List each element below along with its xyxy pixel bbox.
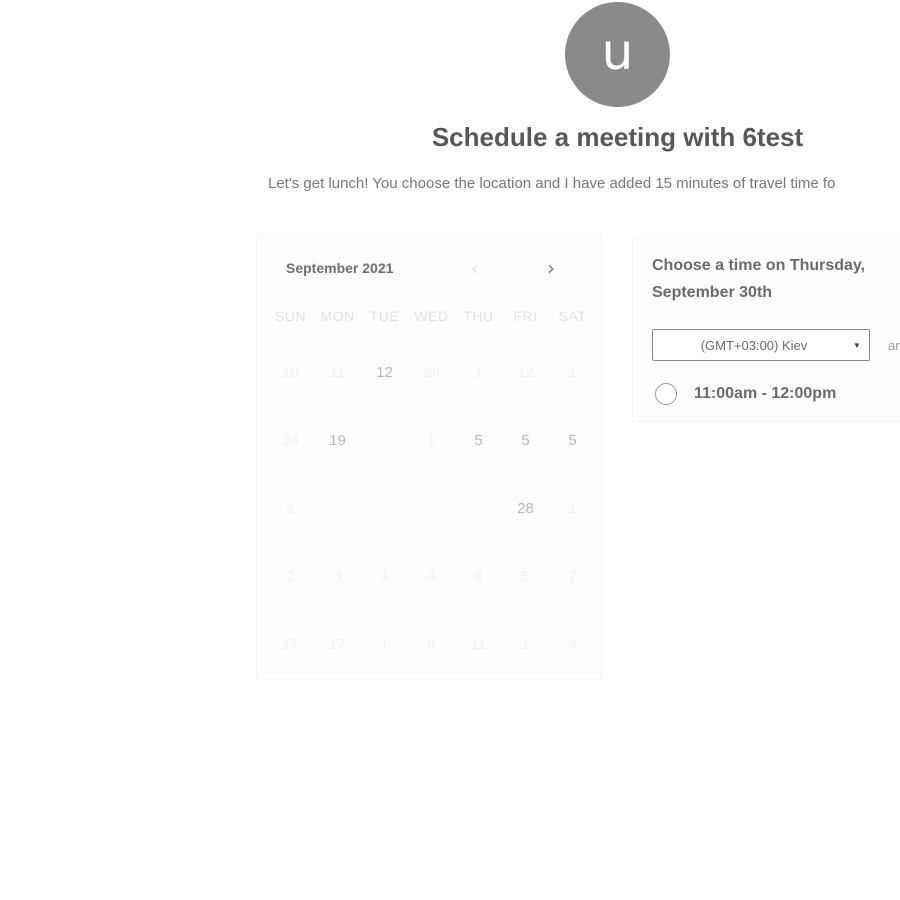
calendar-day: 9 — [427, 635, 436, 653]
timezone-value: (GMT+03:00) Kiev — [700, 337, 808, 353]
calendar-weekday-header: SUN MON TUE WED THU FRI SAT — [267, 308, 597, 324]
weekday-sat: SAT — [558, 308, 587, 324]
calendar-day: 10 — [282, 363, 299, 381]
calendar-day: 2 — [286, 567, 295, 585]
calendar-day[interactable]: 5 — [455, 432, 502, 449]
avatar-initial: u — [601, 22, 634, 81]
calendar-day: 12 — [517, 363, 534, 381]
calendar-week-row: 2 28 1 — [267, 474, 597, 542]
weekday-fri: FRI — [513, 308, 538, 324]
calendar-day: 2 — [286, 499, 295, 517]
calendar-day: 1 — [521, 635, 530, 653]
calendar-day: 11 — [329, 363, 346, 381]
time-panel-heading: Choose a time on Thursday, September 30t… — [652, 257, 866, 301]
meeting-description: Let's get lunch! You choose the location… — [268, 175, 836, 192]
chevron-right-icon[interactable]: › — [547, 258, 555, 278]
calendar-day[interactable]: 5 — [549, 432, 596, 449]
radio-button[interactable] — [655, 383, 677, 405]
calendar-day: 17 — [329, 635, 346, 653]
calendar-day[interactable]: 5 — [502, 432, 549, 449]
user-avatar: u — [565, 2, 670, 107]
calendar-day: 7 — [568, 567, 577, 585]
calendar-card: September 2021 ‹ › SUN MON TUE WED THU F… — [256, 233, 602, 680]
timezone-side-text: an — [888, 338, 900, 353]
chevron-left-icon[interactable]: ‹ — [471, 258, 479, 278]
calendar-day: 26 — [423, 363, 440, 381]
weekday-tue: TUE — [369, 308, 400, 324]
weekday-thu: THU — [463, 308, 494, 324]
calendar-day: 24 — [282, 431, 299, 449]
calendar-day: 1 — [427, 431, 436, 449]
calendar-month-label: September 2021 — [286, 260, 394, 276]
calendar-day: 3 — [333, 567, 342, 585]
time-selection-panel: Choose a time on Thursday, September 30t… — [632, 236, 900, 422]
calendar-day: 1 — [568, 363, 577, 381]
time-slot-label: 11:00am - 12:00pm — [694, 385, 837, 402]
calendar-day[interactable]: 19 — [314, 432, 361, 449]
caret-down-icon: ▼ — [853, 340, 861, 350]
calendar-day: 1 — [380, 635, 389, 653]
calendar-day: 4 — [427, 567, 436, 585]
calendar-day: 1 — [568, 499, 577, 517]
time-slot-option[interactable]: 11:00am - 12:00pm — [655, 383, 836, 405]
timezone-select[interactable]: (GMT+03:00) Kiev ▼ — [652, 329, 870, 361]
scheduling-page: u Schedule a meeting with 6test Let's ge… — [0, 0, 900, 900]
weekday-sun: SUN — [274, 308, 307, 324]
weekday-wed: WED — [414, 308, 449, 324]
calendar-week-row: 10 11 12 26 1 12 1 — [267, 338, 597, 406]
calendar-day[interactable]: 28 — [502, 500, 549, 517]
calendar-day: 5 — [521, 567, 530, 585]
calendar-day-grid: 10 11 12 26 1 12 1 24 19 1 5 5 5 2 28 1 2 3 4 4 4 5 7 17 17 1 9 11 1… — [267, 338, 597, 678]
weekday-mon: MON — [320, 308, 355, 324]
calendar-day: 17 — [282, 635, 299, 653]
calendar-day[interactable]: 12 — [361, 364, 408, 381]
calendar-week-row: 2 3 4 4 4 5 7 — [267, 542, 597, 610]
calendar-day: 3 — [568, 635, 577, 653]
calendar-week-row: 17 17 1 9 11 1 3 — [267, 610, 597, 678]
calendar-week-row: 24 19 1 5 5 5 — [267, 406, 597, 474]
page-title: Schedule a meeting with 6test — [431, 122, 804, 152]
calendar-day: 4 — [474, 567, 483, 585]
calendar-day: 1 — [474, 363, 483, 381]
calendar-day: 11 — [470, 635, 487, 653]
calendar-day: 4 — [380, 567, 389, 585]
